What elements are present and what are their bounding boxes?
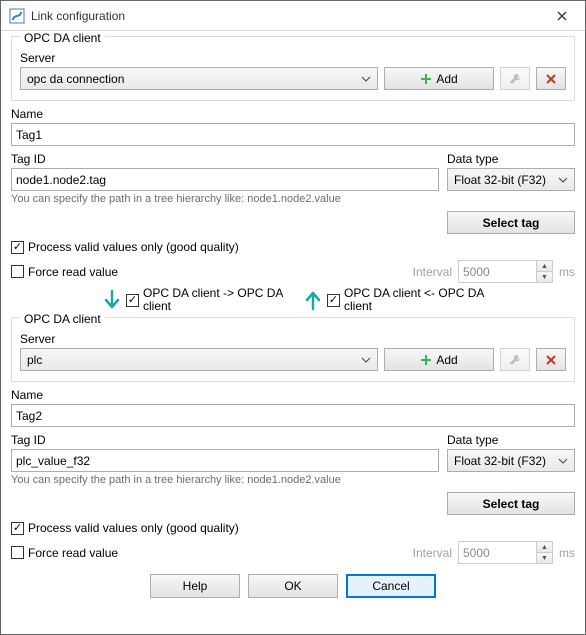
checkbox-checked-icon [11,241,24,254]
client1-add-button[interactable]: Add [384,67,494,90]
close-button[interactable] [539,1,585,31]
client1-name-label: Name [11,107,575,121]
client1-force-read-row[interactable]: Force read value [11,265,118,279]
checkbox-unchecked-icon [11,265,24,278]
client1-server-value: opc da connection [27,72,124,86]
client2-group-title: OPC DA client [20,312,105,326]
window-title: Link configuration [31,9,539,23]
client2-server-value: plc [27,353,42,367]
spinner-down-icon[interactable]: ▼ [537,272,552,282]
delete-icon [546,355,556,365]
client2-interval-label: Interval [413,546,452,560]
chevron-down-icon [361,76,371,82]
client2-datatype-combo[interactable]: Float 32-bit (F32) [447,449,575,472]
titlebar: Link configuration [1,1,585,31]
spinner-up-icon[interactable]: ▲ [537,542,552,553]
ok-button-label: OK [284,579,301,593]
checkbox-unchecked-icon [11,546,24,559]
client2-force-read-label: Force read value [28,546,118,560]
arrow-up-icon [303,289,323,311]
direction-up-checkbox[interactable] [327,294,340,307]
arrow-down-icon [102,289,122,311]
client2-server-combo[interactable]: plc [20,348,378,371]
direction-down-checkbox[interactable] [126,294,139,307]
client2-delete-button[interactable] [536,348,566,371]
client2-tagid-label: Tag ID [11,433,439,447]
chevron-down-icon [558,458,568,464]
client2-name-label: Name [11,388,575,402]
client2-datatype-label: Data type [447,433,575,447]
wrench-icon [508,353,522,367]
client1-select-tag-label: Select tag [483,216,540,230]
client1-interval-spinner[interactable]: ▲ ▼ [458,260,553,283]
checkbox-checked-icon [11,522,24,535]
client2-tagid-input[interactable] [11,449,439,472]
client1-process-valid-label: Process valid values only (good quality) [28,240,239,254]
client2-server-label: Server [20,332,566,346]
delete-icon [546,74,556,84]
client1-hint: You can specify the path in a tree hiera… [11,193,575,205]
client1-delete-button[interactable] [536,67,566,90]
client1-settings-button[interactable] [500,67,530,90]
help-button-label: Help [183,579,208,593]
client1-add-label: Add [436,72,457,86]
client1-group-title: OPC DA client [20,31,105,45]
client2-select-tag-label: Select tag [483,497,540,511]
client2-force-read-row[interactable]: Force read value [11,546,118,560]
client1-tagid-input[interactable] [11,168,439,191]
client1-interval-unit: ms [559,265,575,279]
client1-server-combo[interactable]: opc da connection [20,67,378,90]
client1-select-tag-button[interactable]: Select tag [447,211,575,234]
client2-add-label: Add [436,353,457,367]
client2-process-valid-label: Process valid values only (good quality) [28,521,239,535]
client2-group: OPC DA client Server plc Add [11,317,575,382]
client2-select-tag-button[interactable]: Select tag [447,492,575,515]
client2-interval-spinner[interactable]: ▲ ▼ [458,541,553,564]
client1-name-input[interactable] [11,123,575,146]
client1-interval-label: Interval [413,265,452,279]
client1-datatype-combo[interactable]: Float 32-bit (F32) [447,168,575,191]
client1-datatype-value: Float 32-bit (F32) [454,173,546,187]
direction-down-label: OPC DA client -> OPC DA client [143,287,283,313]
client2-interval-input [458,541,536,564]
client2-interval-unit: ms [559,546,575,560]
client2-name-input[interactable] [11,404,575,427]
client2-process-valid-row[interactable]: Process valid values only (good quality) [11,521,575,535]
ok-button[interactable]: OK [248,574,338,598]
client1-datatype-label: Data type [447,152,575,166]
chevron-down-icon [361,357,371,363]
plus-icon [420,73,432,85]
close-icon [557,11,567,21]
client1-interval-input [458,260,536,283]
client2-hint: You can specify the path in a tree hiera… [11,474,575,486]
direction-up-label: OPC DA client <- OPC DA client [344,287,484,313]
client1-force-read-label: Force read value [28,265,118,279]
client1-tagid-label: Tag ID [11,152,439,166]
client2-datatype-value: Float 32-bit (F32) [454,454,546,468]
wrench-icon [508,72,522,86]
client1-server-label: Server [20,51,566,65]
client2-add-button[interactable]: Add [384,348,494,371]
client1-process-valid-row[interactable]: Process valid values only (good quality) [11,240,575,254]
spinner-up-icon[interactable]: ▲ [537,261,552,272]
cancel-button[interactable]: Cancel [346,574,436,598]
client1-group: OPC DA client Server opc da connection A… [11,36,575,101]
cancel-button-label: Cancel [372,579,409,593]
plus-icon [420,354,432,366]
client2-settings-button[interactable] [500,348,530,371]
spinner-down-icon[interactable]: ▼ [537,553,552,563]
app-icon [9,8,25,24]
chevron-down-icon [558,177,568,183]
help-button[interactable]: Help [150,574,240,598]
